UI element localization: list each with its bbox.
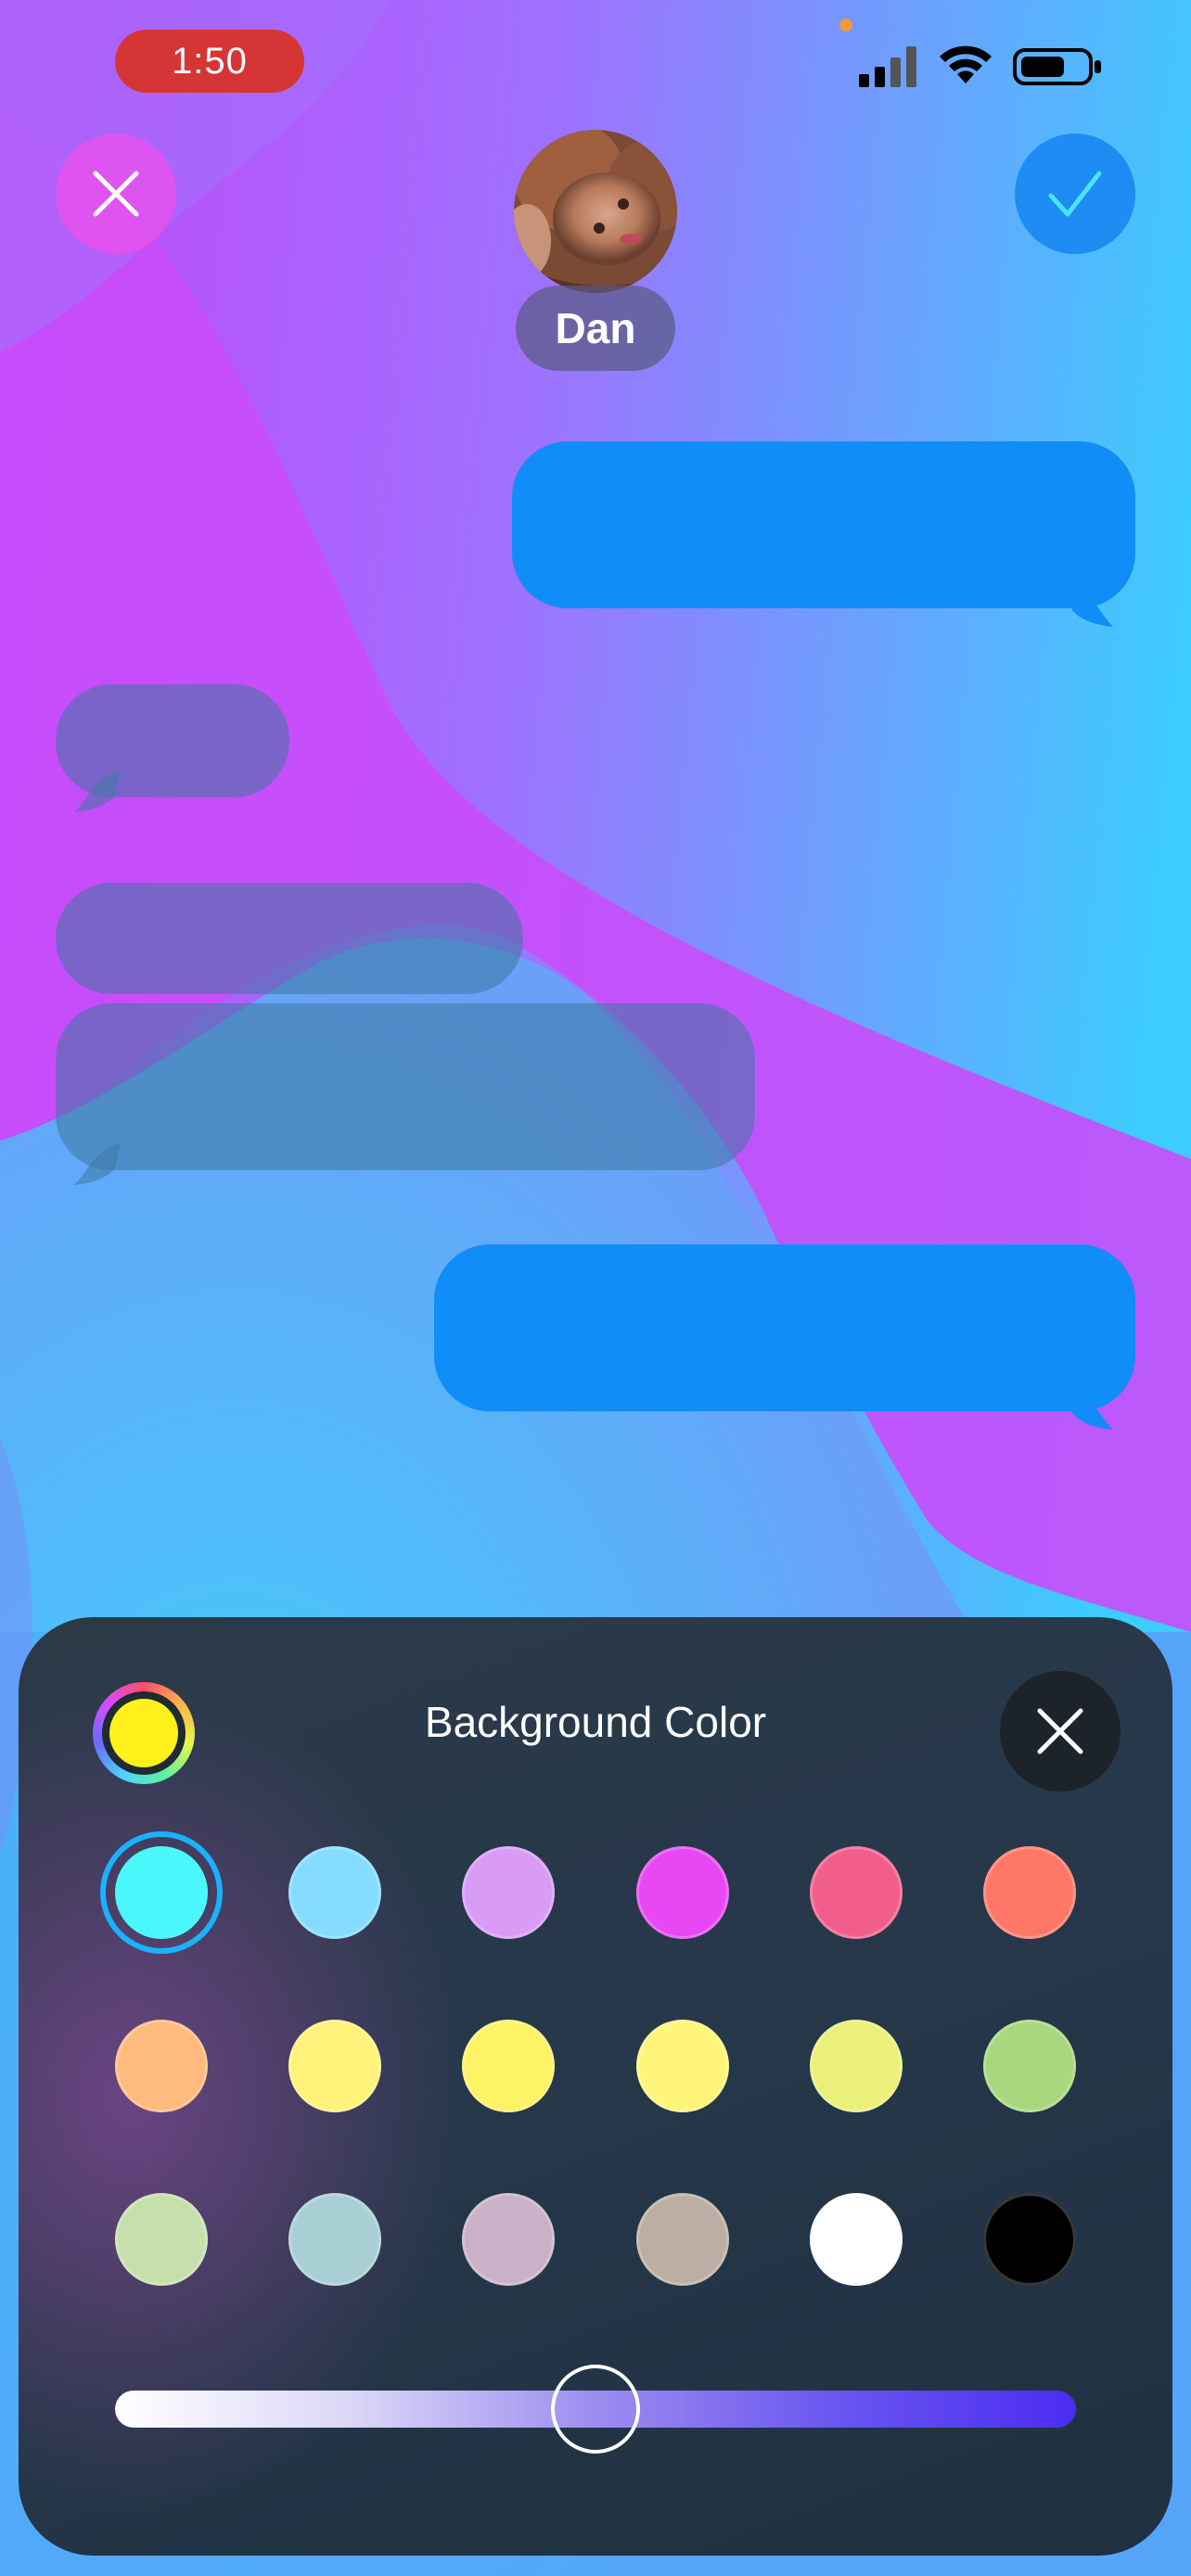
contact-name[interactable]: Dan xyxy=(516,286,675,371)
bubble-tail xyxy=(74,1142,121,1185)
color-swatch[interactable] xyxy=(810,1846,903,1939)
close-icon xyxy=(93,171,139,217)
contact-avatar[interactable] xyxy=(514,130,677,293)
color-swatch[interactable] xyxy=(462,2193,555,2286)
close-panel-button[interactable] xyxy=(1000,1671,1121,1792)
color-swatch[interactable] xyxy=(100,1831,223,1954)
color-swatch[interactable] xyxy=(983,2020,1076,2112)
background-color-panel: Background Color xyxy=(19,1617,1172,2556)
received-bubble-preview xyxy=(56,883,523,994)
color-swatch[interactable] xyxy=(288,2020,381,2112)
color-swatch[interactable] xyxy=(636,1846,729,1939)
brightness-slider-thumb[interactable] xyxy=(551,2365,640,2454)
bubble-tail xyxy=(1067,1387,1113,1430)
checkmark-icon xyxy=(1048,171,1102,217)
color-swatch[interactable] xyxy=(462,1846,555,1939)
close-icon xyxy=(1037,1708,1083,1754)
privacy-indicator-dot xyxy=(839,19,852,32)
color-swatch[interactable] xyxy=(983,2193,1076,2286)
wifi-icon xyxy=(940,45,992,83)
selected-swatch-fill xyxy=(115,1846,208,1939)
battery-icon xyxy=(1013,48,1101,85)
cancel-button[interactable] xyxy=(56,134,176,254)
done-button[interactable] xyxy=(1015,134,1135,254)
sent-bubble-preview xyxy=(434,1244,1135,1411)
status-time: 1:50 xyxy=(115,30,304,93)
panel-title: Background Color xyxy=(424,1698,767,1746)
bubble-tail xyxy=(1067,584,1113,627)
color-swatch[interactable] xyxy=(115,2193,208,2286)
cellular-signal-icon xyxy=(859,46,916,87)
color-swatch[interactable] xyxy=(636,2193,729,2286)
color-swatch[interactable] xyxy=(983,1846,1076,1939)
color-swatch[interactable] xyxy=(462,2020,555,2112)
bubble-tail xyxy=(74,770,121,812)
sent-bubble-preview xyxy=(512,441,1135,608)
color-swatch[interactable] xyxy=(810,2193,903,2286)
color-swatch[interactable] xyxy=(288,1846,381,1939)
received-bubble-preview xyxy=(56,1003,755,1170)
color-swatch[interactable] xyxy=(810,2020,903,2112)
color-swatch[interactable] xyxy=(115,2020,208,2112)
color-swatch[interactable] xyxy=(288,2193,381,2286)
color-swatch[interactable] xyxy=(636,2020,729,2112)
